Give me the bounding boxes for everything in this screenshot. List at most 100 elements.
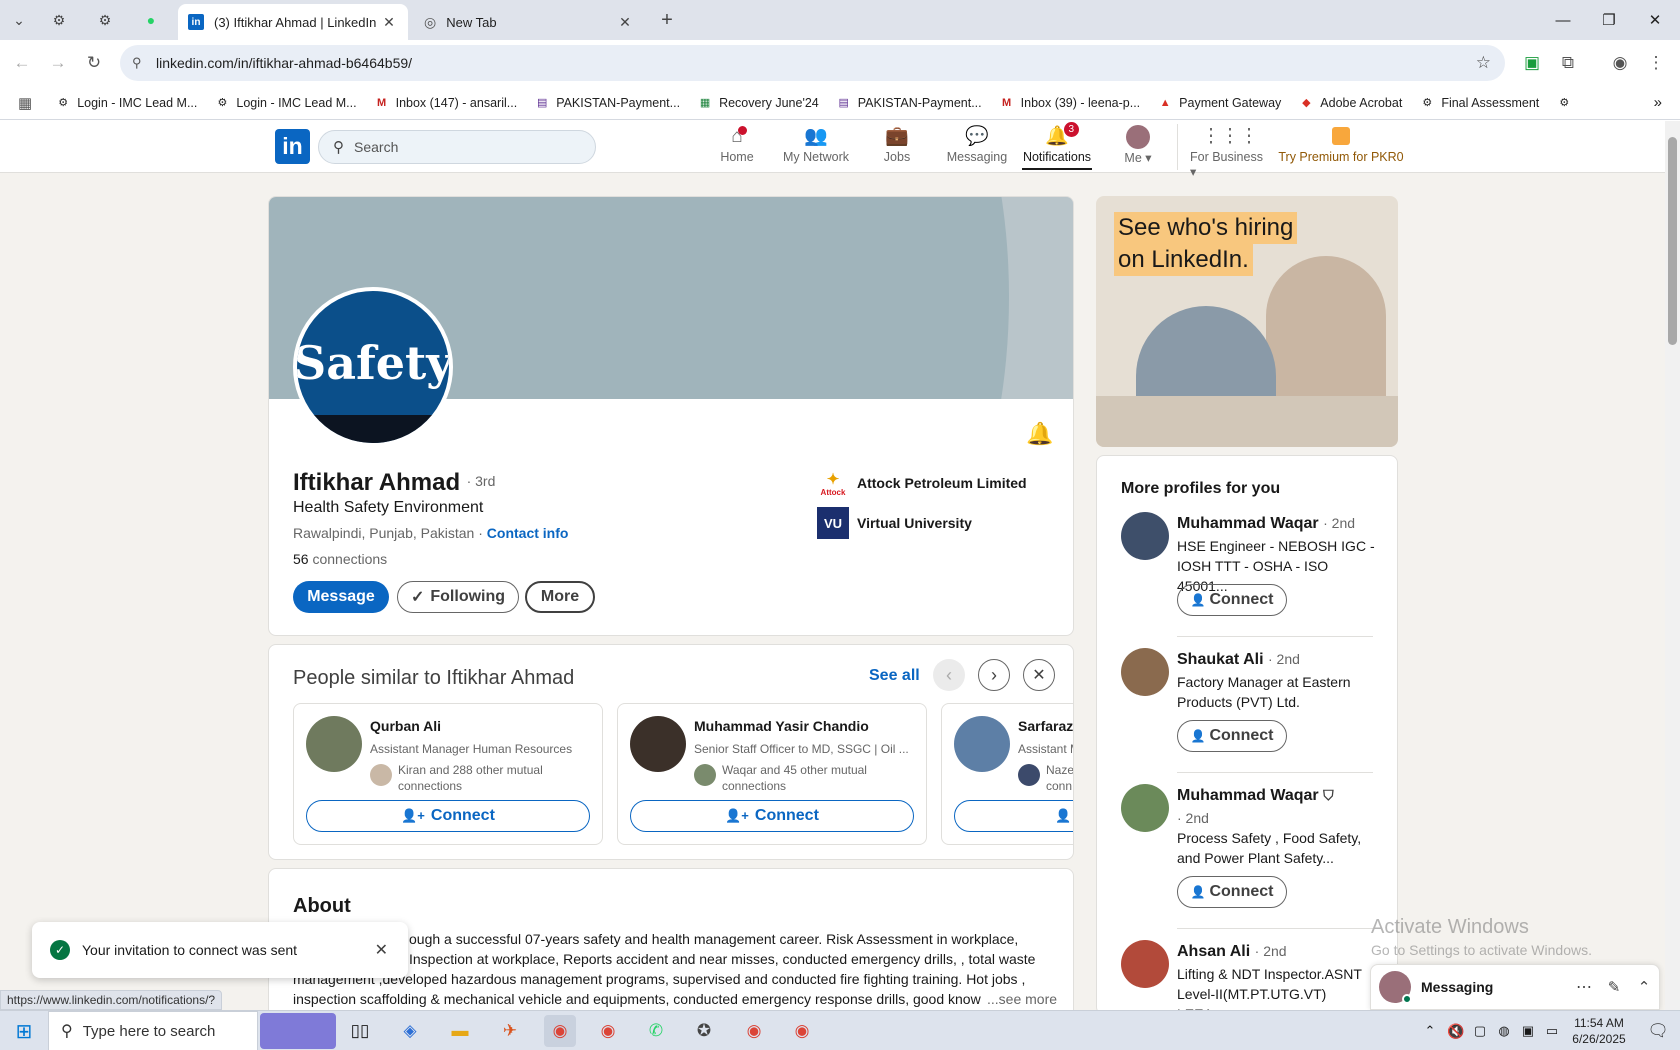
minimize-icon[interactable]: —: [1540, 6, 1586, 34]
bookmark-item[interactable]: ⚙ Login - IMC Lead M...: [215, 96, 356, 110]
person-name-line[interactable]: Ahsan Ali · 2nd: [1177, 943, 1287, 961]
bookmark-item[interactable]: ▲ Payment Gateway: [1158, 96, 1282, 110]
following-button[interactable]: ✓ Following: [397, 581, 519, 613]
back-icon[interactable]: ←: [8, 49, 36, 77]
person-name[interactable]: Qurban Ali: [370, 718, 441, 734]
apps-grid-icon[interactable]: ▦: [18, 94, 32, 112]
search-input[interactable]: ⚲ Search: [318, 130, 596, 164]
see-more-link[interactable]: ...see more: [981, 991, 1058, 1007]
close-tab-icon[interactable]: ✕: [380, 14, 398, 31]
close-window-icon[interactable]: ✕: [1632, 6, 1678, 34]
copilot-icon[interactable]: ◈: [394, 1015, 426, 1047]
hiring-ad[interactable]: See who's hiring on LinkedIn.: [1096, 196, 1398, 447]
task-view-icon[interactable]: ▯▯: [344, 1015, 376, 1047]
bookmark-item[interactable]: M Inbox (39) - leena-p...: [1000, 96, 1140, 110]
app-icon[interactable]: ✈: [494, 1015, 526, 1047]
close-tab-icon[interactable]: ✕: [616, 14, 634, 31]
nav-messaging[interactable]: 💬 Messaging: [946, 124, 1008, 170]
taskbar-search-input[interactable]: ⚲ Type here to search: [48, 1011, 258, 1050]
person-name-line[interactable]: Muhammad Waqar · 2nd: [1177, 515, 1355, 533]
reload-icon[interactable]: ↻: [80, 49, 108, 77]
notification-center-icon[interactable]: 🗨: [1642, 1015, 1674, 1047]
url-field[interactable]: ⚲ linkedin.com/in/iftikhar-ahmad-b6464b5…: [120, 45, 1505, 81]
more-button[interactable]: More: [525, 581, 595, 613]
message-button[interactable]: Message: [293, 581, 389, 613]
bookmark-item[interactable]: ▦ Recovery June'24: [698, 96, 819, 110]
close-icon[interactable]: ✕: [375, 940, 388, 960]
person-name[interactable]: Muhammad Yasir Chandio: [694, 718, 869, 734]
person-avatar[interactable]: [1121, 784, 1169, 832]
connect-button[interactable]: 👤 Connect: [1177, 720, 1287, 752]
bookmark-item[interactable]: M Inbox (147) - ansaril...: [375, 96, 517, 110]
whatsapp-icon[interactable]: ✆: [640, 1015, 672, 1047]
nav-home[interactable]: ⌂ Home: [716, 124, 758, 170]
similar-person-card[interactable]: Muhammad Yasir Chandio Senior Staff Offi…: [617, 703, 927, 845]
compose-icon[interactable]: ✎: [1599, 978, 1629, 996]
nav-jobs[interactable]: 💼 Jobs: [880, 124, 914, 170]
person-avatar[interactable]: [1121, 648, 1169, 696]
person-avatar[interactable]: [1121, 940, 1169, 988]
bookmark-item[interactable]: ▤ PAKISTAN-Payment...: [535, 96, 680, 110]
maximize-icon[interactable]: ❐: [1586, 6, 1632, 34]
more-bookmarks-icon[interactable]: »: [1654, 94, 1662, 111]
carousel-prev-icon[interactable]: ‹: [933, 659, 965, 691]
nav-try-premium[interactable]: Try Premium for PKR0: [1278, 124, 1404, 170]
extension-icon[interactable]: ▣: [1518, 49, 1546, 77]
bookmark-star-icon[interactable]: ☆: [1476, 53, 1491, 73]
chrome-icon[interactable]: ◉: [786, 1015, 818, 1047]
company-attock[interactable]: ✦ Attock Attock Petroleum Limited: [817, 467, 1027, 499]
site-info-icon[interactable]: ⚲: [132, 55, 142, 71]
carousel-next-icon[interactable]: ›: [978, 659, 1010, 691]
clock[interactable]: 11:54 AM 6/26/2025: [1566, 1015, 1632, 1047]
app-icon[interactable]: ✪: [688, 1015, 720, 1047]
linkedin-logo[interactable]: in: [275, 129, 310, 164]
chrome-menu-icon[interactable]: ⋮: [1642, 49, 1670, 77]
profile-avatar[interactable]: Safety: [293, 287, 453, 447]
chevron-up-icon[interactable]: ⌃: [1629, 978, 1659, 996]
person-avatar[interactable]: [1121, 512, 1169, 560]
profile-avatar-icon[interactable]: ◉: [1606, 49, 1634, 77]
bookmark-item[interactable]: ⚙: [1557, 96, 1578, 110]
more-options-icon[interactable]: ⋯: [1569, 977, 1599, 997]
nav-my-network[interactable]: 👥 My Network: [780, 124, 852, 170]
person-name-line[interactable]: Shaukat Ali · 2nd: [1177, 651, 1300, 669]
nav-notifications[interactable]: 🔔 3 Notifications: [1022, 122, 1092, 170]
connect-button[interactable]: 👤+ Connect: [306, 800, 590, 832]
company-virtual-university[interactable]: VU Virtual University: [817, 507, 972, 539]
network-icon[interactable]: ▭: [1536, 1015, 1568, 1047]
whatsapp-tab-icon[interactable]: ●: [138, 8, 164, 32]
bookmark-item[interactable]: ▤ PAKISTAN-Payment...: [837, 96, 982, 110]
connect-button[interactable]: 👤+ Connect: [630, 800, 914, 832]
bookmark-item[interactable]: ⚙ Login - IMC Lead M...: [56, 96, 197, 110]
nav-for-business[interactable]: ⋮⋮⋮ For Business ▾: [1190, 124, 1270, 179]
file-explorer-icon[interactable]: ▬: [444, 1015, 476, 1047]
pinned-tab-icon[interactable]: ⚙: [46, 8, 72, 32]
tab-linkedin[interactable]: in (3) Iftikhar Ahmad | LinkedIn ✕: [178, 4, 408, 40]
bookmark-item[interactable]: ◆ Adobe Acrobat: [1299, 96, 1402, 110]
windows-start-icon[interactable]: ⊞: [8, 1015, 40, 1047]
dismiss-close-icon[interactable]: ✕: [1023, 659, 1055, 691]
nav-me[interactable]: Me ▾: [1118, 124, 1158, 170]
similar-person-card[interactable]: Qurban Ali Assistant Manager Human Resou…: [293, 703, 603, 845]
connections-line[interactable]: 56 connections: [293, 551, 387, 567]
chrome-icon[interactable]: ◉: [592, 1015, 624, 1047]
connect-button[interactable]: 👤: [954, 800, 1073, 832]
scrollbar-thumb[interactable]: [1668, 137, 1677, 345]
forward-icon[interactable]: →: [44, 49, 72, 77]
chrome-icon[interactable]: ◉: [738, 1015, 770, 1047]
messaging-overlay[interactable]: Messaging ⋯ ✎ ⌃: [1370, 964, 1660, 1010]
extensions-puzzle-icon[interactable]: ⧉: [1554, 49, 1582, 77]
contact-info-link[interactable]: Contact info: [487, 525, 569, 541]
chrome-icon[interactable]: ◉: [544, 1015, 576, 1047]
connect-button[interactable]: 👤 Connect: [1177, 876, 1287, 908]
bookmark-item[interactable]: ⚙ Final Assessment: [1420, 96, 1539, 110]
page-scrollbar[interactable]: [1665, 121, 1680, 1010]
new-tab-plus-icon[interactable]: +: [654, 8, 680, 32]
tab-new-tab[interactable]: ◎ New Tab ✕: [414, 4, 644, 40]
see-all-link[interactable]: See all: [869, 667, 920, 685]
person-name[interactable]: Sarfaraz: [1018, 718, 1073, 734]
person-name-line[interactable]: Muhammad Waqar ⛉: [1177, 787, 1334, 805]
similar-person-card[interactable]: Sarfaraz Assistant M Nazee conn 👤: [941, 703, 1073, 845]
notification-bell-icon[interactable]: 🔔: [1026, 421, 1053, 447]
tab-search-icon[interactable]: ⌄: [6, 8, 32, 32]
